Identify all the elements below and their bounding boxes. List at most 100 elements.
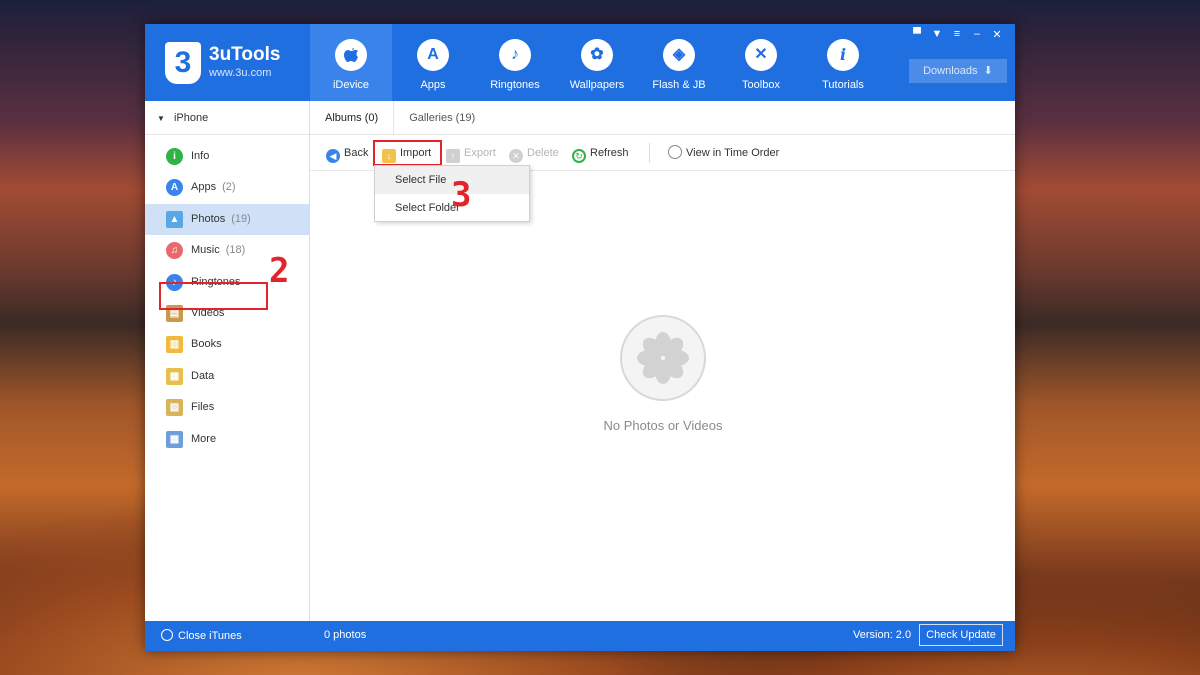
nav-toolbox[interactable]: ✕ Toolbox <box>720 24 802 101</box>
delete-label: Delete <box>527 147 559 159</box>
close-itunes-label: Close iTunes <box>178 630 242 642</box>
status-bar: Close iTunes 0 photos Version: 2.0 Check… <box>145 621 1015 651</box>
back-label: Back <box>344 147 369 159</box>
nav-label: Ringtones <box>490 79 540 91</box>
sidebar-item-photos[interactable]: ▲ Photos (19) <box>145 203 309 236</box>
nav-apps[interactable]: A Apps <box>392 24 474 101</box>
toolbar-divider <box>649 143 650 163</box>
tab-galleries[interactable]: Galleries (19) <box>394 101 490 135</box>
step-marker-3: 3 <box>451 175 472 215</box>
nav-label: Toolbox <box>742 79 780 91</box>
import-highlight-box <box>373 140 442 166</box>
window-controls: ▀ ▼ ≡ – ✕ <box>911 28 1003 41</box>
sidebar: ▼ iPhone i Info A Apps (2) ▲ Photos (19) ♫… <box>145 101 310 621</box>
sidebar-item-info[interactable]: i Info <box>145 141 309 172</box>
close-icon[interactable]: ✕ <box>991 28 1003 41</box>
logo-badge: 3 <box>165 42 201 84</box>
nav-label: Tutorials <box>822 79 864 91</box>
sidebar-item-count: (2) <box>222 181 236 194</box>
sidebar-item-count: (18) <box>225 244 246 257</box>
refresh-label: Refresh <box>590 147 629 159</box>
grid-icon: ▦ <box>166 430 183 448</box>
sidebar-item-more[interactable]: ▦ More <box>145 424 309 455</box>
sidebar-item-files[interactable]: ▧ Files <box>145 392 309 423</box>
downloads-label: Downloads <box>923 65 978 77</box>
sidebar-item-count: (19) <box>231 212 251 225</box>
back-arrow-icon: ◀ <box>326 149 340 163</box>
photo-icon: ▲ <box>166 210 183 228</box>
minimize-icon[interactable]: – <box>971 28 983 41</box>
info-icon: i <box>166 148 183 165</box>
tab-albums[interactable]: Albums (0) <box>310 101 395 135</box>
delete-button[interactable]: ✕ Delete <box>509 145 559 163</box>
export-label: Export <box>464 147 496 159</box>
sidebar-item-label: More <box>191 432 217 445</box>
sidebar-item-label: Music <box>191 244 220 257</box>
sidebar-item-label: Data <box>191 369 215 382</box>
sidebar-item-label: Info <box>191 150 210 162</box>
refresh-icon: ↻ <box>572 149 586 163</box>
empty-photos-icon <box>620 315 706 401</box>
sidebar-item-label: Books <box>191 338 222 351</box>
data-icon: ▦ <box>166 367 183 385</box>
main-panel: Albums (0) Galleries (19) ◀ Back ↓ Import … <box>310 101 1015 621</box>
appstore-icon: A <box>417 39 449 71</box>
app-url: www.3u.com <box>209 67 272 79</box>
download-arrow-icon: ⬇ <box>980 65 993 77</box>
sidebar-item-data[interactable]: ▦ Data <box>145 361 309 392</box>
device-name: iPhone <box>173 112 209 124</box>
time-order-radio[interactable]: View in Time Order <box>668 145 779 161</box>
sidebar-item-label: Apps <box>191 181 217 194</box>
time-order-label: View in Time Order <box>686 147 780 159</box>
photos-highlight-box <box>159 282 268 310</box>
device-selector[interactable]: ▼ iPhone <box>145 101 309 135</box>
nav-ringtones[interactable]: ♪ Ringtones <box>474 24 556 101</box>
version-label: Version: 2.0 <box>853 629 912 641</box>
circle-icon <box>161 629 173 641</box>
sidebar-item-label: Files <box>191 401 215 414</box>
export-button[interactable]: ↑ Export <box>446 145 496 163</box>
app-logo: 3 3uTools www.3u.com <box>165 42 315 86</box>
caret-down-icon: ▼ <box>157 114 165 123</box>
music-icon: ♫ <box>166 242 183 260</box>
skin-icon[interactable]: ▼ <box>931 28 943 41</box>
nav-tutorials[interactable]: i Tutorials <box>802 24 884 101</box>
nav-label: Apps <box>420 79 446 91</box>
back-button[interactable]: ◀ Back <box>326 145 369 163</box>
flower-icon: ✿ <box>581 39 613 71</box>
appstore-icon: A <box>166 179 183 197</box>
box-icon: ◈ <box>663 39 695 71</box>
empty-state-text: No Photos or Videos <box>603 418 723 433</box>
close-itunes-button[interactable]: Close iTunes <box>161 629 242 642</box>
sidebar-item-books[interactable]: ▥ Books <box>145 329 309 360</box>
menu-icon[interactable]: ≡ <box>951 28 963 41</box>
apple-icon <box>335 39 367 71</box>
downloads-button[interactable]: Downloads ⬇ <box>909 59 1007 83</box>
top-bar: 3 3uTools www.3u.com iDevice A Apps ♪ Ri… <box>145 24 1015 101</box>
nav-flash-jb[interactable]: ◈ Flash & JB <box>638 24 720 101</box>
nav-label: iDevice <box>332 79 370 91</box>
step-marker-2: 2 <box>269 251 290 291</box>
feedback-icon[interactable]: ▀ <box>911 28 923 41</box>
info-icon: i <box>827 39 859 71</box>
photo-count: 0 photos <box>324 629 367 641</box>
file-icon: ▧ <box>166 399 183 417</box>
sidebar-item-label: Photos <box>191 212 226 225</box>
app-window: 3 3uTools www.3u.com iDevice A Apps ♪ Ri… <box>145 24 1015 651</box>
refresh-button[interactable]: ↻ Refresh <box>572 145 629 163</box>
tab-bar: Albums (0) Galleries (19) <box>310 101 1015 135</box>
check-update-button[interactable]: Check Update <box>919 624 1003 646</box>
nav-idevice[interactable]: iDevice <box>310 24 392 101</box>
book-icon: ▥ <box>166 336 183 354</box>
nav-label: Flash & JB <box>652 79 706 91</box>
sidebar-item-apps[interactable]: A Apps (2) <box>145 172 309 203</box>
tools-icon: ✕ <box>745 39 777 71</box>
app-name: 3uTools <box>209 44 281 65</box>
nav-wallpapers[interactable]: ✿ Wallpapers <box>556 24 638 101</box>
nav-label: Wallpapers <box>569 79 625 91</box>
main-nav: iDevice A Apps ♪ Ringtones ✿ Wallpapers … <box>310 24 884 101</box>
bell-icon: ♪ <box>499 39 531 71</box>
delete-icon: ✕ <box>509 149 523 163</box>
export-icon: ↑ <box>446 149 460 163</box>
radio-circle-icon <box>668 145 682 159</box>
